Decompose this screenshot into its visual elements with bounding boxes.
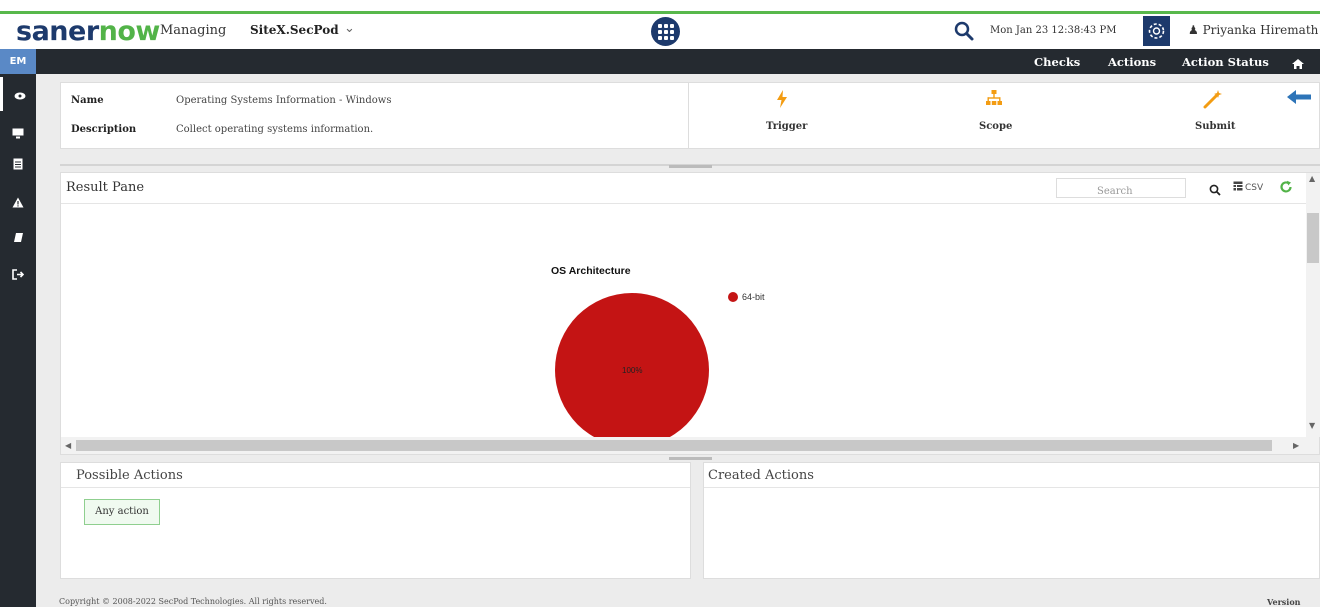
resize-grabber[interactable]: [669, 457, 712, 460]
search-input[interactable]: [1057, 182, 1185, 201]
check-info-panel: Name Operating Systems Information - Win…: [60, 82, 1320, 149]
nav-link-action-status[interactable]: Action Status: [1182, 55, 1269, 69]
refresh-icon[interactable]: [1279, 179, 1293, 198]
sidebar-item-logout[interactable]: [0, 257, 36, 291]
logo-part1: saner: [16, 16, 99, 47]
submit-label: Submit: [1195, 121, 1236, 132]
name-value: Operating Systems Information - Windows: [176, 95, 392, 106]
scope-label: Scope: [979, 121, 1013, 132]
footer-version: Version 5.2.1: [1267, 597, 1301, 607]
chevron-down-icon[interactable]: ⌄: [344, 21, 355, 36]
header-divider: [61, 203, 1306, 204]
created-actions-title: Created Actions: [708, 468, 814, 483]
em-badge[interactable]: EM: [0, 49, 36, 74]
resize-grabber[interactable]: [669, 165, 712, 168]
user-name: Priyanka Hiremath: [1202, 23, 1319, 37]
sidebar-item-alerts[interactable]: [0, 185, 36, 219]
back-arrow-icon[interactable]: [1286, 89, 1312, 109]
left-sidebar: [0, 74, 36, 607]
scroll-down-arrow[interactable]: ▼: [1309, 421, 1315, 430]
description-value: Collect operating systems information.: [176, 124, 374, 135]
tag-icon: [13, 228, 24, 247]
name-label: Name: [71, 95, 104, 106]
legend-swatch: [728, 292, 738, 302]
vertical-scroll-thumb[interactable]: [1307, 213, 1319, 263]
table-icon: [1233, 181, 1243, 194]
list-icon: [13, 155, 23, 174]
managing-label: Managing: [160, 23, 227, 38]
sitemap-icon: [985, 89, 1003, 111]
sidebar-item-view[interactable]: [0, 77, 36, 111]
possible-actions-title: Possible Actions: [76, 468, 183, 483]
user-menu[interactable]: ♟ Priyanka Hiremath ⌄: [1188, 23, 1320, 37]
possible-actions-panel: Possible Actions Any action: [60, 462, 691, 579]
created-actions-panel: Created Actions: [703, 462, 1320, 579]
any-action-button[interactable]: Any action: [84, 499, 160, 525]
sidebar-item-reports[interactable]: [0, 147, 36, 181]
sidebar-item-devices[interactable]: [0, 116, 36, 150]
legend-label: 64-bit: [742, 292, 765, 302]
scroll-right-arrow[interactable]: ▶: [1293, 441, 1299, 450]
gear-icon[interactable]: [1143, 16, 1170, 46]
scroll-up-arrow[interactable]: ▲: [1309, 174, 1315, 183]
nav-link-checks[interactable]: Checks: [1034, 55, 1080, 69]
description-label: Description: [71, 124, 137, 135]
eye-icon: [14, 85, 26, 104]
logout-icon: [12, 265, 25, 284]
top-nav-bar: EM Checks Actions Action Status: [0, 49, 1320, 74]
result-pane: Result Pane CSV OS Architecture 64-bit 1…: [60, 172, 1320, 455]
csv-label: CSV: [1245, 182, 1264, 193]
pie-slice-label: 100%: [622, 366, 643, 375]
horizontal-scrollbar[interactable]: ◀ ▶: [61, 437, 1319, 454]
logo-part2: now: [98, 16, 161, 47]
search-icon[interactable]: [1209, 181, 1221, 200]
footer-copyright: Copyright © 2008-2022 SecPod Technologie…: [59, 597, 327, 606]
chart-title: OS Architecture: [551, 265, 631, 277]
monitor-icon: [12, 124, 24, 143]
user-icon: ♟: [1188, 23, 1199, 37]
alert-icon: [12, 193, 24, 212]
app-header: sanernow Managing SiteX.SecPod ⌄ Mon Jan…: [0, 14, 1320, 49]
result-pane-title: Result Pane: [66, 180, 145, 195]
chart-legend[interactable]: 64-bit: [728, 292, 765, 302]
nav-link-actions[interactable]: Actions: [1108, 55, 1156, 69]
lightning-icon: [776, 89, 788, 113]
scroll-left-arrow[interactable]: ◀: [65, 441, 71, 450]
site-selector[interactable]: SiteX.SecPod: [250, 23, 339, 37]
horizontal-scroll-thumb[interactable]: [76, 440, 1272, 451]
sanernow-logo[interactable]: sanernow: [16, 17, 160, 47]
header-divider: [704, 487, 1319, 488]
search-icon[interactable]: [953, 20, 975, 42]
trigger-label: Trigger: [766, 121, 808, 132]
csv-export-button[interactable]: CSV: [1233, 180, 1263, 195]
vertical-scrollbar[interactable]: ▲ ▼: [1306, 173, 1320, 437]
result-search-field[interactable]: [1056, 178, 1186, 201]
panel-divider: [688, 83, 689, 148]
home-icon[interactable]: [1291, 55, 1305, 74]
header-divider: [61, 487, 690, 488]
app-grid-button[interactable]: [651, 17, 680, 46]
current-datetime: Mon Jan 23 12:38:43 PM: [990, 25, 1117, 36]
sidebar-item-tags[interactable]: [0, 220, 36, 254]
magic-wand-icon: [1203, 89, 1223, 113]
